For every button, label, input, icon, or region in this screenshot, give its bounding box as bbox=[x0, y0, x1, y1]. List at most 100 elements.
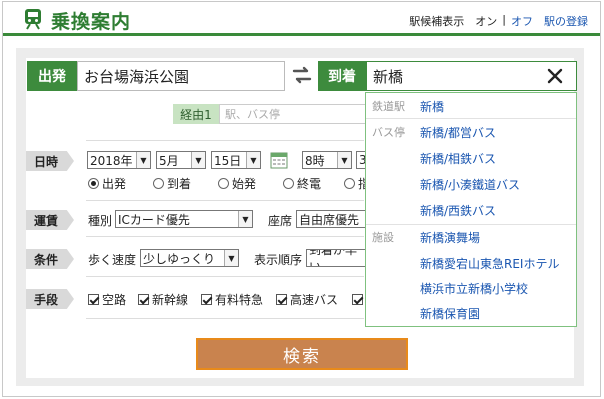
radio-label: 始発 bbox=[232, 177, 257, 191]
chevron-down-icon: ▼ bbox=[136, 152, 150, 168]
from-label: 出発 bbox=[27, 61, 77, 91]
suggestion-item[interactable]: 新橋/相鉄バス bbox=[366, 145, 576, 171]
radio-button bbox=[153, 178, 164, 189]
checkbox-icon bbox=[138, 294, 149, 305]
station-suggestion-dropdown: 鉄道駅 新橋 バス停 新橋/都営バス 新橋/相鉄バス 新橋/小湊鐵道バス 新橋/西鉄… bbox=[365, 92, 577, 327]
checkbox-highway-bus[interactable]: 高速バス bbox=[276, 291, 338, 308]
suggestion-name: 新橋/小湊鐵道バス bbox=[420, 177, 521, 192]
suggestion-name: 新橋演舞場 bbox=[420, 230, 481, 245]
suggestion-item[interactable]: 新橋/小湊鐵道バス bbox=[366, 171, 576, 197]
sort-order-value: 到着が早い bbox=[309, 249, 358, 267]
chevron-down-icon: ▼ bbox=[246, 152, 260, 168]
chevron-down-icon: ▼ bbox=[224, 250, 238, 266]
hour-select[interactable]: 8時 ▼ bbox=[302, 151, 352, 169]
radio-departure[interactable]: 出発 bbox=[88, 175, 126, 192]
chevron-down-icon: ▼ bbox=[238, 211, 252, 227]
checkbox-shinkansen[interactable]: 新幹線 bbox=[138, 291, 188, 308]
suggestion-item[interactable]: 新橋愛宕山東急REIホテル bbox=[366, 250, 576, 276]
month-select[interactable]: 5月 ▼ bbox=[156, 151, 206, 169]
checkbox-icon bbox=[352, 294, 363, 305]
radio-label: 指 bbox=[358, 177, 365, 191]
checkbox-more[interactable]: 連 bbox=[352, 291, 366, 308]
station-hint-on[interactable]: オン bbox=[475, 13, 497, 29]
month-value: 5月 bbox=[159, 153, 179, 168]
seat-value: 自由席優先 bbox=[299, 212, 360, 227]
suggestion-item[interactable]: 鉄道駅 新橋 bbox=[366, 93, 576, 119]
app-title: 乗換案内 bbox=[51, 11, 132, 33]
to-input[interactable]: 新橋 bbox=[366, 61, 577, 91]
day-value: 15日 bbox=[214, 153, 242, 168]
suggestion-name: 新橋 bbox=[420, 99, 445, 114]
radio-unspecified[interactable]: 指 bbox=[344, 175, 365, 192]
chevron-down-icon: ▼ bbox=[191, 152, 205, 168]
radio-button bbox=[344, 178, 355, 189]
to-label: 到着 bbox=[318, 61, 366, 91]
logo[interactable]: 乗換案内 bbox=[21, 7, 131, 34]
suggestion-category: バス停 bbox=[372, 126, 405, 139]
station-hint-off-link[interactable]: オフ bbox=[511, 13, 533, 29]
search-button[interactable]: 検索 bbox=[196, 338, 408, 370]
suggestion-item[interactable]: 新橋保育園 bbox=[366, 300, 576, 326]
suggestion-category: 鉄道駅 bbox=[372, 100, 405, 113]
radio-label: 出発 bbox=[102, 177, 127, 191]
datetime-label: 日時 bbox=[26, 151, 74, 171]
clear-icon[interactable] bbox=[546, 67, 564, 89]
radio-label: 到着 bbox=[167, 177, 192, 191]
checkbox-icon bbox=[276, 294, 287, 305]
day-select[interactable]: 15日 ▼ bbox=[211, 151, 261, 169]
year-select[interactable]: 2018年 ▼ bbox=[87, 151, 151, 169]
checkbox-icon bbox=[88, 294, 99, 305]
suggestion-item[interactable]: バス停 新橋/都営バス bbox=[366, 119, 576, 145]
header-bar: 乗換案内 駅候補表示 オン | オフ 駅の登録 bbox=[3, 2, 600, 36]
means-label: 手段 bbox=[26, 289, 74, 309]
via-label: 経由1 bbox=[173, 104, 219, 124]
divider bbox=[86, 140, 364, 141]
walk-speed-select[interactable]: 少しゆっくり ▼ bbox=[140, 249, 239, 267]
radio-arrival[interactable]: 到着 bbox=[153, 175, 191, 192]
swap-icon[interactable] bbox=[290, 63, 314, 90]
sort-order-label: 表示順序 bbox=[254, 253, 303, 267]
divider bbox=[86, 318, 364, 319]
station-register-link[interactable]: 駅の登録 bbox=[544, 13, 588, 29]
radio-first-train[interactable]: 始発 bbox=[218, 175, 256, 192]
seat-label: 座席 bbox=[268, 214, 293, 228]
fare-type-value: ICカード優先 bbox=[118, 212, 190, 227]
header-links: 駅候補表示 オン | オフ 駅の登録 bbox=[409, 13, 588, 29]
radio-last-train[interactable]: 終電 bbox=[283, 175, 321, 192]
calendar-icon[interactable] bbox=[270, 151, 288, 172]
fare-type-select[interactable]: ICカード優先 ▼ bbox=[115, 210, 253, 228]
train-icon bbox=[21, 7, 45, 34]
suggestion-item[interactable]: 横浜市立新橋小学校 bbox=[366, 275, 576, 301]
radio-button bbox=[283, 178, 294, 189]
conditions-label: 条件 bbox=[26, 249, 74, 269]
walk-speed-value: 少しゆっくり bbox=[143, 251, 216, 266]
chevron-down-icon: ▼ bbox=[337, 152, 351, 168]
suggestion-name: 新橋/相鉄バス bbox=[420, 151, 497, 166]
year-value: 2018年 bbox=[90, 153, 133, 168]
divider bbox=[86, 276, 364, 277]
station-hint-label: 駅候補表示 bbox=[409, 15, 465, 28]
suggestion-name: 新橋/西鉄バス bbox=[420, 203, 497, 218]
checkbox-icon bbox=[201, 294, 212, 305]
checkbox-air[interactable]: 空路 bbox=[88, 291, 126, 308]
checkbox-label: 有料特急 bbox=[215, 293, 264, 307]
divider bbox=[86, 236, 364, 237]
seat-select[interactable]: 自由席優先 bbox=[296, 210, 366, 228]
suggestion-item[interactable]: 新橋/西鉄バス bbox=[366, 197, 576, 223]
checkbox-label: 空路 bbox=[102, 293, 127, 307]
via-placeholder: 駅、バス停 bbox=[225, 108, 280, 121]
walk-speed-label: 歩く速度 bbox=[88, 253, 137, 267]
suggestion-item[interactable]: 施設 新橋演舞場 bbox=[366, 224, 576, 250]
suggestion-name: 新橋保育園 bbox=[420, 306, 481, 321]
suggestion-name: 新橋愛宕山東急REIホテル bbox=[420, 256, 560, 271]
radio-button bbox=[88, 178, 99, 189]
from-input[interactable]: お台場海浜公園 bbox=[77, 61, 285, 91]
divider: | bbox=[502, 13, 506, 26]
divider bbox=[86, 200, 364, 201]
suggestion-category: 施設 bbox=[372, 231, 394, 244]
suggestion-name: 横浜市立新橋小学校 bbox=[420, 281, 529, 296]
suggestion-name: 新橋/都営バス bbox=[420, 125, 497, 140]
sort-order-select[interactable]: 到着が早い bbox=[306, 249, 366, 267]
via-input[interactable]: 駅、バス停 bbox=[219, 104, 371, 124]
checkbox-limited-express[interactable]: 有料特急 bbox=[201, 291, 263, 308]
